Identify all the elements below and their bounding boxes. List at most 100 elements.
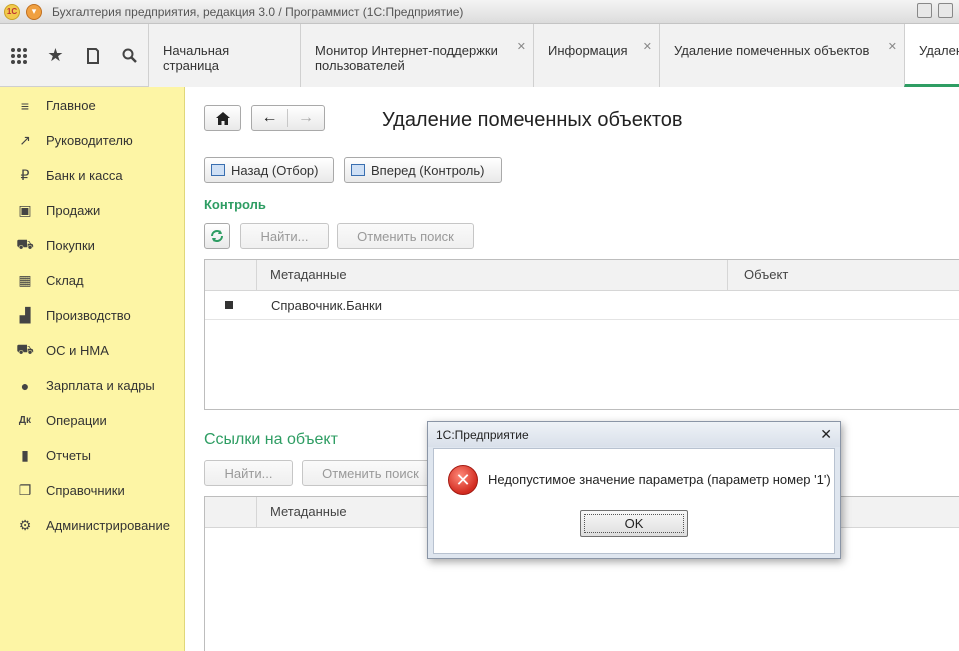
links-find-button[interactable]: Найти... — [204, 460, 293, 486]
close-icon[interactable]: ✕ — [643, 40, 652, 55]
tab-label: Информация — [548, 43, 628, 58]
button-label: Вперед (Контроль) — [371, 162, 485, 178]
bar-chart-icon: ▮ — [21, 447, 29, 463]
sidebar-item-sales[interactable]: ▣ Продажи — [0, 193, 184, 228]
button-label: Назад (Отбор) — [231, 162, 319, 178]
page-title: Удаление помеченных объектов — [382, 109, 683, 131]
apps-grid-icon[interactable] — [0, 24, 37, 87]
sidebar-item-warehouse[interactable]: ▦ Склад — [0, 263, 184, 298]
dialog-titlebar[interactable]: 1С:Предприятие ✕ — [428, 422, 840, 447]
tab-delete-marked-active[interactable]: Удален — [904, 24, 959, 87]
sidebar-item-label: Продажи — [46, 203, 101, 218]
tab-label: Удален — [919, 43, 959, 58]
sidebar-item-label: Операции — [46, 413, 107, 428]
sidebar-item-label: Руководителю — [46, 133, 133, 148]
sidebar-item-label: Банк и касса — [46, 168, 123, 183]
sections-sidebar: ≡ Главное ↗ Руководителю ₽ Банк и касса ▣ Пр… — [0, 87, 185, 651]
person-icon: ● — [20, 377, 30, 394]
truck-icon: ⛟ — [16, 341, 34, 357]
sidebar-item-reports[interactable]: ▮ Отчеты — [0, 438, 184, 473]
sidebar-item-label: Покупки — [46, 238, 95, 253]
menu-lines-icon: ≡ — [20, 97, 30, 114]
gear-icon: ⚙ — [18, 517, 32, 533]
sidebar-item-main[interactable]: ≡ Главное — [0, 88, 184, 123]
sidebar-item-purchases[interactable]: ⛟ Покупки — [0, 228, 184, 263]
refresh-button[interactable] — [204, 223, 230, 249]
books-icon: ❐ — [18, 482, 32, 498]
back-step-button[interactable]: Назад (Отбор) — [204, 157, 334, 183]
tab-support-monitor[interactable]: Монитор Интернет-поддержки пользователей… — [300, 24, 533, 87]
sidebar-item-manager[interactable]: ↗ Руководителю — [0, 123, 184, 158]
debit-credit-icon: Дк — [18, 415, 32, 426]
nav-arrows: ← → — [251, 105, 325, 131]
sidebar-item-operations[interactable]: Дк Операции — [0, 403, 184, 438]
column-header-metadata[interactable]: Метаданные — [256, 497, 347, 528]
sidebar-item-payroll[interactable]: ● Зарплата и кадры — [0, 368, 184, 403]
star-icon[interactable]: ★ — [37, 24, 74, 87]
forward-step-button[interactable]: Вперед (Контроль) — [344, 157, 502, 183]
save-icon[interactable] — [917, 3, 932, 18]
back-step-icon — [211, 164, 225, 176]
sidebar-item-assets[interactable]: ⛟ ОС и НМА — [0, 333, 184, 368]
sidebar-item-label: Производство — [46, 308, 131, 323]
links-cancel-search-button[interactable]: Отменить поиск — [302, 460, 439, 486]
dialog-body: ✕ Недопустимое значение параметра (парам… — [433, 448, 835, 554]
sidebar-item-catalogs[interactable]: ❐ Справочники — [0, 473, 184, 508]
dialog-message: Недопустимое значение параметра (парамет… — [488, 472, 831, 487]
sidebar-item-admin[interactable]: ⚙ Администрирование — [0, 508, 184, 543]
cart-icon: ⛟ — [16, 236, 34, 252]
error-icon: ✕ — [448, 465, 478, 495]
warehouse-icon: ▦ — [18, 272, 32, 288]
tab-delete-marked[interactable]: Удаление помеченных объектов ✕ — [659, 24, 904, 87]
sidebar-item-bank[interactable]: ₽ Банк и касса — [0, 158, 184, 193]
tab-info[interactable]: Информация ✕ — [533, 24, 659, 87]
back-arrow-icon[interactable]: ← — [252, 109, 289, 127]
search-icon[interactable] — [111, 24, 148, 87]
control-cancel-search-button[interactable]: Отменить поиск — [337, 223, 474, 249]
shopping-bag-icon: ▣ — [18, 202, 32, 218]
sidebar-item-production[interactable]: ▟ Производство — [0, 298, 184, 333]
close-icon[interactable]: ✕ — [517, 40, 526, 55]
close-icon[interactable]: ✕ — [820, 426, 832, 443]
history-icon[interactable] — [74, 24, 111, 87]
sidebar-item-label: Склад — [46, 273, 84, 288]
error-dialog: 1С:Предприятие ✕ ✕ Недопустимое значение… — [427, 421, 841, 559]
dialog-title: 1С:Предприятие — [436, 427, 529, 442]
links-section-title: Ссылки на объект — [204, 431, 338, 448]
control-find-button[interactable]: Найти... — [240, 223, 329, 249]
ok-button[interactable]: OK — [580, 510, 688, 537]
tab-label: Монитор Интернет-поддержки пользователей — [315, 43, 498, 73]
column-header-object[interactable]: Объект — [730, 260, 788, 291]
column-header-metadata[interactable]: Метаданные — [256, 260, 347, 291]
home-icon — [215, 111, 230, 125]
print-icon[interactable] — [938, 3, 953, 18]
table-cell-metadata: Справочник.Банки — [271, 298, 382, 313]
window-title: Бухгалтерия предприятия, редакция 3.0 / … — [52, 4, 464, 19]
table-row[interactable]: Справочник.Банки — [205, 291, 959, 320]
refresh-icon — [211, 230, 223, 242]
ruble-coin-icon: ₽ — [20, 167, 30, 183]
sidebar-item-label: Отчеты — [46, 448, 91, 463]
window-titlebar: 1С ▾ Бухгалтерия предприятия, редакция 3… — [0, 0, 959, 24]
sidebar-item-label: Главное — [46, 98, 96, 113]
top-panel: ★ Начальная страница Монитор Интернет-по… — [0, 24, 959, 87]
main-menu-button[interactable]: ▾ — [26, 3, 42, 20]
main-content: ← → Удаление помеченных объектов Назад (… — [185, 87, 959, 651]
tab-label: Удаление помеченных объектов — [674, 43, 870, 58]
home-button[interactable] — [204, 105, 241, 131]
sidebar-item-label: Администрирование — [46, 518, 170, 533]
forward-step-icon — [351, 164, 365, 176]
tab-home[interactable]: Начальная страница — [148, 24, 300, 87]
control-section-title: Контроль — [204, 197, 266, 212]
forward-arrow-icon[interactable]: → — [288, 109, 324, 127]
factory-icon: ▟ — [19, 307, 31, 323]
sidebar-item-label: Зарплата и кадры — [46, 378, 155, 393]
trend-icon: ↗ — [19, 132, 31, 148]
close-icon[interactable]: ✕ — [888, 40, 897, 55]
app-logo-icon: 1С — [4, 3, 20, 20]
sidebar-item-label: Справочники — [46, 483, 125, 498]
table-header: Метаданные Объект — [205, 260, 959, 291]
row-marker-icon — [225, 301, 233, 309]
sidebar-item-label: ОС и НМА — [46, 343, 109, 358]
control-table: Метаданные Объект Справочник.Банки — [204, 259, 959, 410]
